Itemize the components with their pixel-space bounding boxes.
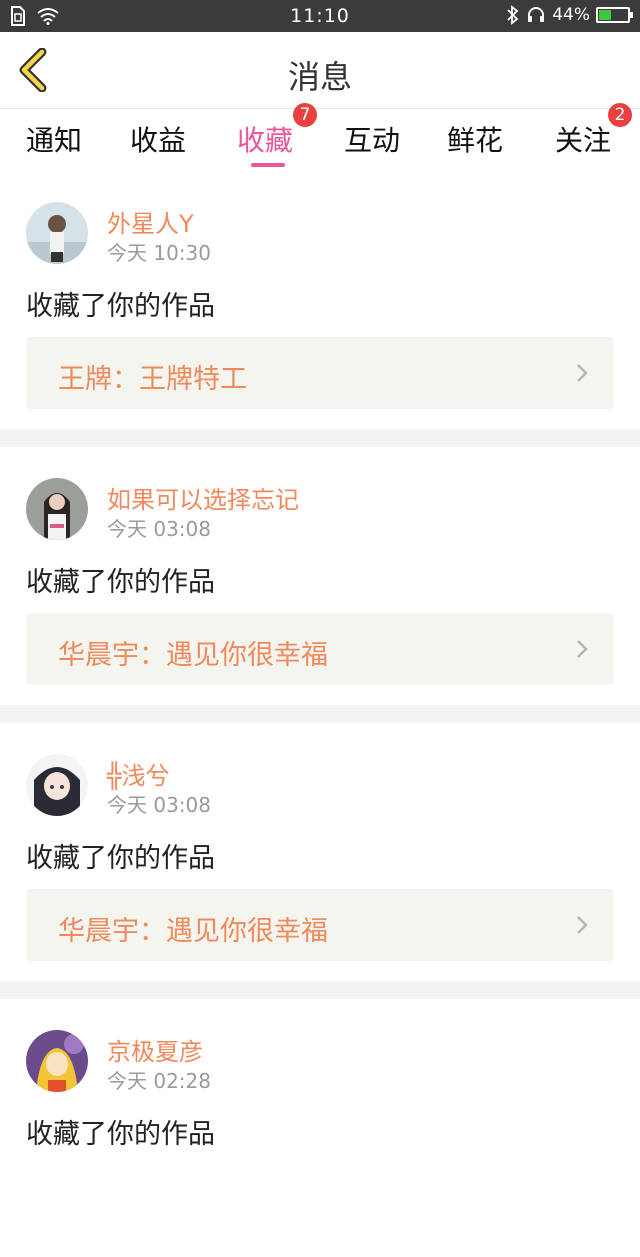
active-tab-underline (251, 163, 285, 167)
work-link[interactable]: 华晨宇：遇见你很幸福 (26, 613, 614, 685)
chevron-right-icon (577, 916, 588, 934)
work-link[interactable]: 王牌：王牌特工 (26, 337, 614, 409)
status-bar: 11:10 44% (0, 0, 640, 32)
tab-interaction[interactable]: 互动 (344, 119, 400, 159)
message-time: 今天 02:28 (107, 1069, 211, 1093)
divider (0, 429, 640, 447)
work-link[interactable]: 华晨宇：遇见你很幸福 (26, 889, 614, 961)
tab-follow[interactable]: 关注 (555, 119, 611, 159)
divider (0, 981, 640, 999)
message-list: 外星人Y 今天 10:30 收藏了你的作品 王牌：王牌特工 如果可以选择忘记 今… (0, 171, 640, 1257)
message-action: 收藏了你的作品 (26, 843, 215, 874)
user-avatar[interactable] (26, 478, 88, 540)
chevron-right-icon (577, 364, 588, 382)
message-time: 今天 03:08 (107, 793, 211, 817)
battery-icon (596, 7, 633, 23)
message-item: 如果可以选择忘记 今天 03:08 收藏了你的作品 华晨宇：遇见你很幸福 (0, 447, 640, 705)
user-name[interactable]: 京极夏彦 (107, 1032, 203, 1067)
user-avatar[interactable] (26, 202, 88, 264)
message-item: 京极夏彦 今天 02:28 收藏了你的作品 (0, 999, 640, 1257)
tab-flowers[interactable]: 鲜花 (447, 119, 503, 159)
tab-follow-badge: 2 (608, 103, 632, 127)
message-action: 收藏了你的作品 (26, 291, 215, 322)
user-avatar[interactable] (26, 754, 88, 816)
header-bar: 消息 (0, 32, 640, 109)
tab-income[interactable]: 收益 (130, 119, 186, 159)
user-avatar[interactable] (26, 1030, 88, 1092)
tab-bar: 通知 收益 收藏 7 互动 鲜花 关注 2 (0, 103, 640, 171)
work-title: 王牌：王牌特工 (58, 364, 247, 395)
page-title: 消息 (287, 58, 352, 96)
status-right-icons: 44% (506, 5, 633, 25)
tab-favorites[interactable]: 收藏 (237, 119, 293, 159)
battery-percent: 44% (552, 5, 590, 25)
user-name[interactable]: 外星人Y (107, 204, 194, 239)
headset-icon (528, 7, 545, 22)
message-item: ╬浅兮 今天 03:08 收藏了你的作品 华晨宇：遇见你很幸福 (0, 723, 640, 981)
tab-favorites-badge: 7 (293, 103, 317, 127)
tab-notice[interactable]: 通知 (26, 119, 82, 159)
bluetooth-icon (507, 5, 519, 25)
chevron-right-icon (577, 640, 588, 658)
message-action: 收藏了你的作品 (26, 567, 215, 598)
divider (0, 705, 640, 723)
work-title: 华晨宇：遇见你很幸福 (58, 640, 328, 671)
user-name[interactable]: 如果可以选择忘记 (107, 480, 299, 515)
message-time: 今天 03:08 (107, 517, 211, 541)
user-name[interactable]: ╬浅兮 (107, 756, 169, 791)
message-action: 收藏了你的作品 (26, 1119, 215, 1150)
work-title: 华晨宇：遇见你很幸福 (58, 916, 328, 947)
message-time: 今天 10:30 (107, 241, 211, 265)
message-item: 外星人Y 今天 10:30 收藏了你的作品 王牌：王牌特工 (0, 171, 640, 429)
